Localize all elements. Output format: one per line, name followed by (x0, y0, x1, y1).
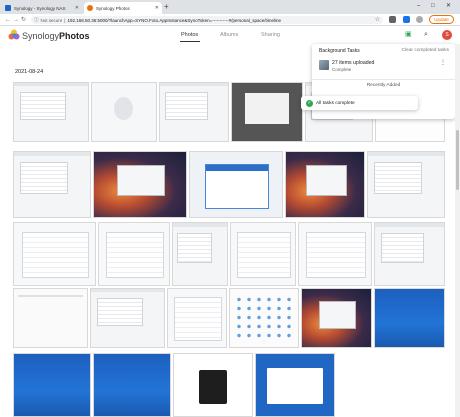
app-brand: SynologyPhotos (22, 31, 90, 41)
bookmark-star-icon[interactable]: ☆ (375, 16, 380, 24)
photo-thumbnail[interactable] (13, 353, 91, 417)
browser-tab-synology-photos[interactable]: Synology Photos ✕ (84, 2, 162, 14)
browser-tab-strip: Synology - Synology NAS ✕ Synology Photo… (0, 0, 460, 14)
close-window-icon[interactable]: ✕ (446, 1, 451, 11)
photo-thumbnail[interactable] (231, 82, 303, 142)
tab-albums[interactable]: Albums (220, 32, 238, 39)
avatar-initial: S (445, 32, 449, 38)
extension-icon[interactable] (403, 16, 410, 23)
recently-added-button[interactable]: Recently Added (312, 83, 455, 88)
panel-title: Background Tasks (319, 48, 360, 54)
photo-thumbnail[interactable] (255, 353, 335, 417)
task-status: Complete (332, 67, 352, 72)
toast-message: All tasks complete (316, 100, 355, 106)
task-title: 27 items uploaded (332, 60, 375, 66)
divider (312, 79, 455, 80)
photo-thumbnail[interactable] (229, 288, 299, 348)
close-tab-icon[interactable]: ✕ (155, 5, 159, 11)
photo-thumbnail[interactable] (167, 288, 227, 348)
minimize-icon[interactable]: – (417, 1, 420, 11)
photo-thumbnail[interactable] (189, 151, 283, 218)
profile-icon[interactable] (416, 16, 423, 23)
back-arrow-icon[interactable]: ← (5, 15, 11, 25)
avatar[interactable]: S (442, 30, 452, 40)
search-icon[interactable]: ⌕ (424, 31, 428, 39)
tab-title: Synology Photos (96, 5, 130, 11)
photo-thumbnail[interactable] (374, 288, 445, 348)
photo-thumbnail[interactable] (93, 151, 187, 218)
photo-thumbnail[interactable] (93, 353, 171, 417)
app-header: SynologyPhotos Photos Albums Sharing ▣ ⌕… (0, 27, 460, 44)
tab-title: Synology - Synology NAS (14, 5, 66, 11)
photo-thumbnail[interactable] (13, 151, 91, 218)
photo-thumbnail[interactable] (13, 222, 96, 286)
photo-thumbnail[interactable] (13, 82, 89, 142)
active-tab-indicator (180, 41, 200, 42)
update-button[interactable]: Update (429, 15, 454, 24)
more-options-icon[interactable]: ⋮ (440, 60, 446, 67)
forward-arrow-icon[interactable]: → (13, 15, 19, 25)
check-circle-icon: ✓ (306, 99, 313, 107)
update-label: Update (434, 17, 449, 22)
photo-thumbnail[interactable] (98, 222, 170, 286)
photo-thumbnail[interactable] (367, 151, 445, 218)
photo-thumbnail[interactable] (172, 222, 228, 286)
reload-icon[interactable]: ↻ (21, 15, 26, 25)
photo-thumbnail[interactable] (90, 288, 165, 348)
photo-thumbnail[interactable] (285, 151, 365, 218)
photo-thumbnail[interactable] (159, 82, 229, 142)
tab-sharing[interactable]: Sharing (261, 32, 280, 39)
task-thumbnail (319, 60, 329, 70)
photo-thumbnail[interactable] (301, 288, 372, 348)
browser-tab-synology-nas[interactable]: Synology - Synology NAS ✕ (2, 2, 82, 14)
security-label: Not secure (40, 17, 63, 23)
brand-suffix: Photos (59, 31, 90, 41)
scrollbar-track[interactable] (455, 44, 460, 417)
background-tasks-icon[interactable]: ▣ (405, 31, 412, 39)
new-tab-button[interactable]: + (164, 3, 169, 11)
brand-prefix: Synology (22, 31, 60, 41)
info-icon[interactable]: ⓘ (34, 17, 39, 23)
clear-completed-tasks-link[interactable]: Clear completed tasks (402, 48, 449, 53)
browser-toolbar: ← → ↻ ⓘ Not secure | 192.168.50.36:5000/… (0, 14, 460, 26)
photos-favicon-icon (87, 5, 93, 11)
timeline-date: 2021-08-24 (15, 69, 44, 75)
address-bar[interactable]: ⓘ Not secure | 192.168.50.36:5000/?launc… (31, 16, 383, 24)
tab-photos[interactable]: Photos (181, 32, 198, 39)
photo-thumbnail[interactable] (173, 353, 253, 417)
scrollbar-thumb[interactable] (456, 130, 459, 190)
separator: | (64, 17, 66, 23)
photo-thumbnail[interactable] (374, 222, 445, 286)
extension-icon[interactable] (389, 16, 396, 23)
url-text[interactable]: 192.168.50.36:5000/?launchApp=SYNO.Foto.… (67, 18, 281, 23)
synology-favicon-icon (5, 5, 11, 11)
photo-thumbnail[interactable] (13, 288, 88, 348)
photo-thumbnail[interactable] (230, 222, 296, 286)
maximize-icon[interactable]: □ (431, 1, 435, 11)
close-tab-icon[interactable]: ✕ (75, 5, 79, 11)
photo-thumbnail[interactable] (298, 222, 372, 286)
photo-thumbnail[interactable] (91, 82, 157, 142)
synology-photos-logo-icon (8, 29, 20, 40)
toast-notification: ✓ All tasks complete (301, 96, 418, 110)
